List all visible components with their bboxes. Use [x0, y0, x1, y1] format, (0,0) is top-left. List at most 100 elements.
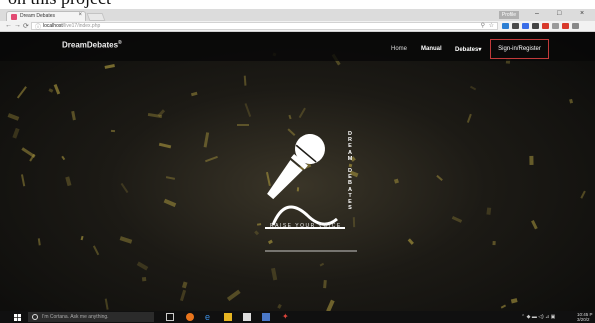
extension-icon[interactable] — [562, 23, 569, 29]
confetti-shard — [492, 240, 496, 246]
confetti-shard — [202, 131, 209, 147]
confetti-shard — [181, 282, 188, 289]
confetti-shard — [110, 129, 115, 132]
confetti-shard — [38, 238, 41, 246]
back-arrow-icon[interactable]: ← — [5, 22, 12, 29]
vertical-letter: S — [348, 205, 352, 212]
edge-icon[interactable]: e — [205, 313, 213, 322]
confetti-shard — [270, 268, 277, 281]
confetti-shard — [568, 99, 573, 105]
confetti-shard — [298, 107, 306, 118]
confetti-shard — [16, 86, 27, 99]
signin-register-button[interactable]: Sign-in/Register — [490, 39, 549, 59]
site-navbar: DreamDebates® Home Manual Debates▾ Sign-… — [0, 32, 595, 61]
confetti-shard — [470, 85, 477, 91]
confetti-shard — [277, 303, 282, 309]
confetti-shard — [529, 155, 534, 165]
confetti-shard — [64, 175, 72, 186]
address-bar[interactable]: ⓘ localhost/live17/index.php ⚲ ☆ — [31, 22, 498, 31]
confetti-shard — [70, 111, 76, 121]
browser-tabbar: Dream Debates × Profile – □ × — [0, 9, 595, 21]
zoom-icon[interactable]: ⚲ — [481, 22, 485, 29]
hero-tagline: RAISE YOUR VOICE — [270, 223, 342, 229]
confetti-shard — [20, 173, 26, 186]
confetti-shard — [451, 216, 462, 224]
confetti-shard — [92, 245, 100, 256]
nav-debates-dropdown[interactable]: Debates▾ — [455, 46, 481, 53]
confetti-shard — [510, 298, 518, 304]
confetti-shard — [485, 207, 491, 215]
nav-debates-label: Debates — [455, 47, 479, 53]
confetti-shard — [227, 289, 242, 302]
minimize-icon[interactable]: – — [535, 10, 539, 17]
confetti-shard — [80, 235, 84, 240]
confetti-shard — [580, 190, 586, 199]
confetti-shard — [166, 175, 176, 179]
system-tray-icons[interactable]: ⌃ ◆ ▬ ◁) ⊿ ▣ — [521, 314, 555, 320]
maximize-icon[interactable]: □ — [557, 10, 561, 17]
confetti-shard — [53, 84, 61, 95]
confetti-shard — [466, 113, 472, 123]
cortana-search-box[interactable]: I'm Cortana. Ask me anything. — [28, 312, 154, 322]
nav-manual-link[interactable]: Manual — [421, 46, 442, 52]
confetti-shard — [244, 75, 247, 86]
profile-button[interactable]: Profile — [499, 11, 519, 19]
app-icon[interactable]: ✦ — [282, 313, 290, 321]
cortana-icon — [32, 314, 38, 320]
confetti-shard — [435, 175, 443, 182]
app-icon[interactable] — [262, 313, 270, 321]
browser-tab[interactable]: Dream Debates × — [6, 11, 86, 21]
brand-text: DreamDebates — [62, 40, 119, 50]
confetti-shard — [48, 87, 54, 92]
extension-icon[interactable] — [542, 23, 549, 29]
taskbar-clock[interactable]: 10:45 P 3/20/2 — [577, 312, 593, 322]
site-brand[interactable]: DreamDebates® — [62, 40, 122, 50]
windows-taskbar: I'm Cortana. Ask me anything. e ✦ ⌃ ◆ ▬ … — [0, 311, 595, 323]
info-icon[interactable]: ⓘ — [35, 22, 41, 31]
nav-home-link[interactable]: Home — [391, 46, 407, 52]
confetti-shard — [136, 261, 148, 271]
windows-start-icon[interactable] — [14, 314, 21, 321]
confetti-shard — [530, 220, 538, 230]
extension-icon[interactable] — [532, 23, 539, 29]
tab-close-icon[interactable]: × — [78, 12, 82, 18]
new-tab-button[interactable] — [86, 13, 106, 21]
confetti-shard — [393, 178, 399, 184]
confetti-shard — [147, 113, 162, 118]
confetti-shard — [204, 156, 218, 163]
cortana-placeholder: I'm Cortana. Ask me anything. — [42, 314, 109, 320]
confetti-shard — [104, 63, 115, 69]
confetti-shard — [164, 198, 178, 208]
extension-icon[interactable] — [522, 23, 529, 29]
confetti-shard — [236, 124, 249, 127]
confetti-shard — [323, 280, 328, 289]
task-view-icon[interactable] — [166, 313, 174, 321]
bookmark-star-icon[interactable]: ☆ — [489, 22, 494, 29]
page-hero-background: DreamDebates® Home Manual Debates▾ Sign-… — [0, 32, 595, 311]
confetti-shard — [326, 299, 335, 311]
confetti-shard — [12, 127, 21, 139]
confetti-shard — [288, 114, 293, 120]
confetti-shard — [180, 289, 186, 301]
confetti-shard — [7, 112, 20, 121]
confetti-shard — [119, 235, 133, 244]
extension-icon[interactable] — [552, 23, 559, 29]
tab-title: Dream Debates — [20, 13, 56, 19]
favicon-icon — [11, 14, 17, 20]
url-text: localhost/live17/index.php — [43, 23, 100, 29]
close-window-icon[interactable]: × — [580, 10, 584, 17]
caption-text: on this project — [8, 0, 111, 9]
extension-icon[interactable] — [502, 23, 509, 29]
file-explorer-icon[interactable] — [224, 313, 232, 321]
reload-icon[interactable]: ⟳ — [23, 22, 29, 30]
caption-strip: on this project — [0, 0, 595, 9]
confetti-shard — [141, 277, 147, 282]
confetti-shard — [408, 238, 414, 245]
forward-arrow-icon[interactable]: → — [14, 22, 21, 29]
extension-icon[interactable] — [512, 23, 519, 29]
menu-icon[interactable] — [572, 23, 579, 29]
firefox-icon[interactable] — [186, 313, 194, 321]
store-icon[interactable] — [243, 313, 251, 321]
brand-registered-mark: ® — [118, 40, 122, 46]
confetti-shard — [244, 103, 252, 117]
